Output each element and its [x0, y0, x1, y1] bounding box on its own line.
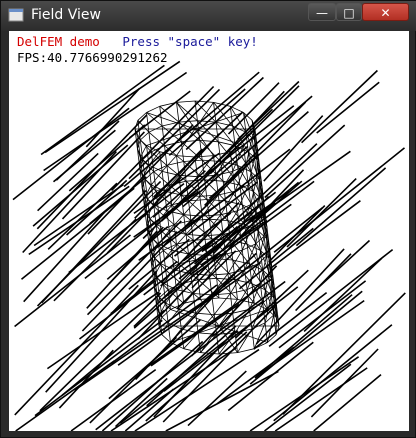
vector-line [33, 183, 124, 247]
gl-viewport[interactable]: DelFEM demo Press "space" key! FPS:40.77… [9, 31, 409, 431]
field-view-window: Field View — □ ✕ DelFEM demo Press "spac… [0, 0, 416, 438]
vector-line [28, 185, 130, 256]
mesh-edge [204, 214, 222, 237]
mesh-edge [237, 348, 255, 353]
demo-label: DelFEM demo [17, 34, 100, 49]
close-button[interactable]: ✕ [362, 3, 409, 21]
vector-line [85, 87, 141, 148]
vector-line [313, 373, 382, 431]
vector-line [237, 80, 300, 141]
mesh-edge [140, 131, 150, 141]
field-render [12, 60, 406, 431]
vector-line [273, 147, 405, 253]
mesh-edge [176, 100, 196, 103]
mesh-edge [150, 171, 163, 186]
vector-line [216, 346, 295, 405]
mesh-edge [148, 132, 152, 152]
vector-line [47, 182, 118, 250]
vector-line [316, 81, 380, 134]
fps-readout: FPS:40.7766990291262 [17, 50, 168, 65]
mesh-edge [199, 196, 203, 217]
mesh-edge [246, 289, 250, 310]
mesh-edge [159, 105, 180, 123]
mesh-edge [251, 328, 255, 349]
mesh-edge [218, 297, 238, 300]
window-icon [8, 8, 24, 22]
mesh-edge [199, 140, 219, 143]
space-key-prompt: Press "space" key! [122, 34, 258, 49]
vector-line [301, 69, 378, 144]
vector-line [46, 291, 159, 370]
mesh-edge [188, 200, 192, 221]
mesh-edge [146, 105, 160, 113]
mesh-edge [161, 334, 171, 343]
vector-line [187, 370, 247, 427]
minimize-button[interactable]: — [308, 3, 336, 21]
mesh-edge [140, 139, 152, 153]
vector-field [12, 60, 406, 431]
mesh-edge [164, 145, 168, 166]
mesh-edge [183, 214, 203, 217]
title-bar[interactable]: Field View — □ ✕ [1, 1, 416, 31]
header-line: DelFEM demo Press "space" key! [17, 34, 258, 49]
vector-line [303, 257, 383, 332]
mesh-edge [159, 106, 163, 127]
mesh-edge [185, 234, 189, 255]
window-title: Field View [31, 7, 101, 23]
vector-line [264, 363, 352, 431]
vector-line [134, 148, 203, 219]
mesh-edge [176, 155, 196, 158]
mesh-edge [209, 218, 228, 221]
maximize-button[interactable]: □ [336, 3, 362, 21]
mesh-edge [149, 210, 159, 220]
mesh-edge [183, 214, 187, 235]
mesh-edge [209, 275, 213, 295]
mesh-edge [234, 191, 238, 211]
